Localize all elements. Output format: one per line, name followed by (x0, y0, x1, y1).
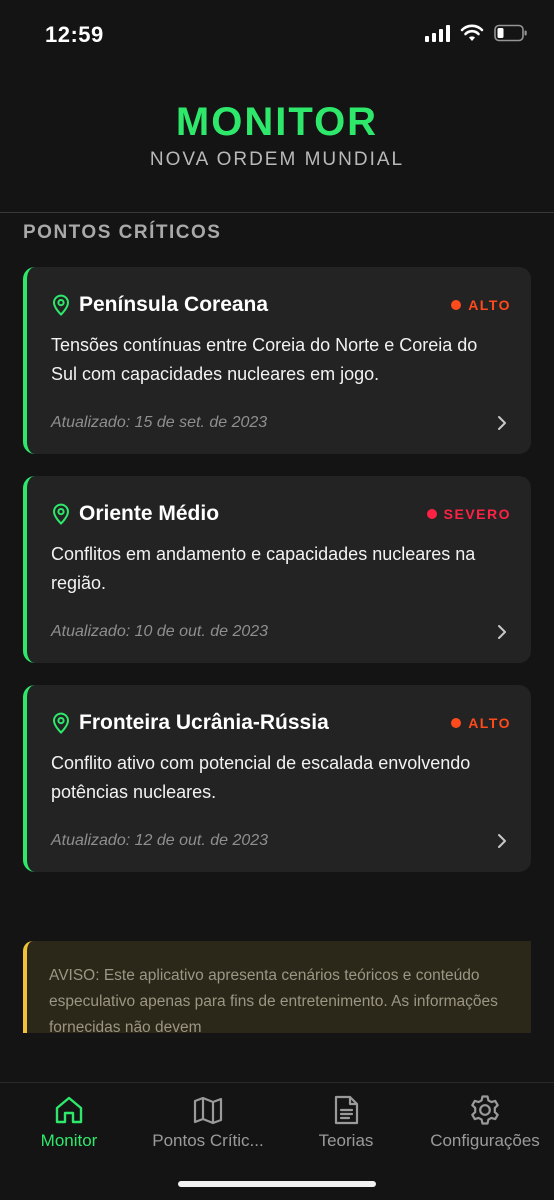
app-title: MONITOR (175, 100, 379, 144)
tab-settings[interactable]: Configurações (424, 1093, 546, 1151)
card-updated-date: Atualizado: 10 de out. de 2023 (51, 623, 269, 640)
card-title: Fronteira Ucrânia-Rússia (79, 711, 329, 734)
severity-badge: ALTO (451, 297, 511, 313)
hotspot-card[interactable]: Oriente Médio SEVERO Conflitos em andame… (23, 476, 531, 663)
wifi-icon (460, 24, 484, 42)
chevron-right-icon[interactable] (495, 415, 509, 431)
location-pin-icon (52, 503, 70, 525)
card-description: Conflito ativo com potencial de escalada… (51, 753, 471, 802)
map-icon (193, 1096, 223, 1125)
disclaimer-text: AVISO: Este aplicativo apresenta cenário… (49, 967, 498, 1033)
tab-label: Configurações (430, 1131, 540, 1150)
tab-monitor[interactable]: Monitor (36, 1093, 102, 1151)
card-title: Oriente Médio (79, 502, 220, 525)
section-title: PONTOS CRÍTICOS (23, 222, 222, 243)
screen: 12:59 MONITOR NOVA ORDEM MUNDIAL PONTOS … (0, 0, 554, 1200)
header-divider (0, 212, 554, 213)
status-icons (425, 24, 528, 42)
gear-icon (471, 1095, 499, 1125)
hotspot-card[interactable]: Fronteira Ucrânia-Rússia ALTO Conflito a… (23, 685, 531, 872)
tab-label: Teorias (318, 1131, 374, 1150)
severity-dot (451, 300, 462, 310)
location-pin-icon (52, 712, 70, 734)
hotspot-list: Península Coreana ALTO Tensões contínuas… (23, 267, 531, 894)
severity-label: ALTO (468, 715, 511, 731)
document-icon (334, 1095, 359, 1125)
app-header: MONITOR NOVA ORDEM MUNDIAL (0, 100, 554, 171)
home-indicator[interactable] (178, 1181, 376, 1187)
disclaimer-clip: AVISO: Este aplicativo apresenta cenário… (23, 941, 531, 1033)
chevron-right-icon[interactable] (495, 833, 509, 849)
severity-dot (451, 718, 462, 728)
card-updated-date: Atualizado: 12 de out. de 2023 (51, 832, 269, 849)
hotspot-card[interactable]: Península Coreana ALTO Tensões contínuas… (23, 267, 531, 454)
card-description: Conflitos em andamento e capacidades nuc… (51, 544, 476, 593)
chevron-right-icon[interactable] (495, 624, 509, 640)
cellular-signal-icon (425, 24, 450, 42)
severity-badge: SEVERO (426, 506, 511, 522)
battery-icon (494, 24, 528, 42)
severity-label: ALTO (468, 297, 511, 313)
disclaimer-box: AVISO: Este aplicativo apresenta cenário… (23, 941, 531, 1033)
tab-label: Monitor (40, 1131, 98, 1150)
card-title: Península Coreana (79, 293, 269, 316)
card-description: Tensões contínuas entre Coreia do Norte … (51, 335, 478, 384)
location-pin-icon (52, 294, 70, 316)
severity-badge: ALTO (451, 715, 511, 731)
app-subtitle: NOVA ORDEM MUNDIAL (149, 149, 405, 170)
severity-label: SEVERO (443, 506, 511, 522)
status-time: 12:59 (45, 22, 104, 47)
card-updated-date: Atualizado: 15 de set. de 2023 (51, 414, 268, 431)
tab-hotspots[interactable]: Pontos Crític... (146, 1093, 270, 1151)
status-bar: 12:59 (0, 0, 554, 72)
tab-label: Pontos Crític... (152, 1131, 264, 1150)
tab-theories[interactable]: Teorias (312, 1093, 380, 1151)
home-icon (55, 1096, 83, 1124)
severity-dot (426, 509, 437, 519)
